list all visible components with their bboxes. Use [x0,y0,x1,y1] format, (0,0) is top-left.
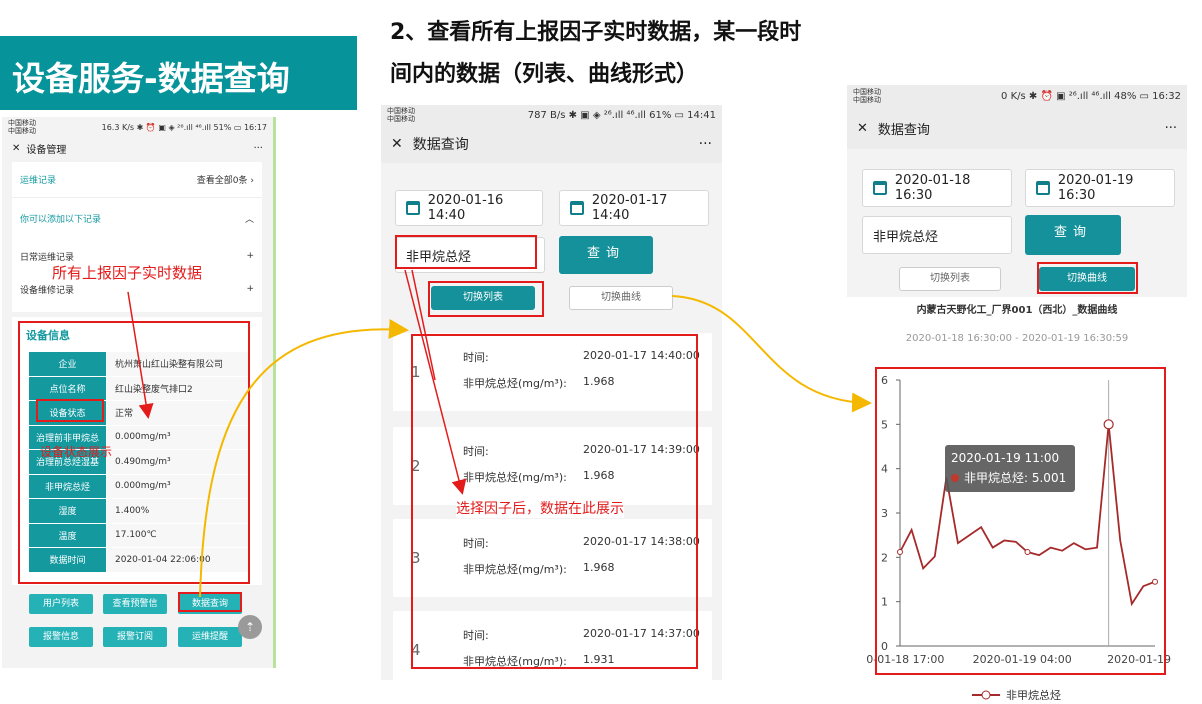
yellow-arrow-1 [199,319,409,598]
red-arrow-2 [404,269,467,495]
red-arrow-1 [127,291,154,419]
annotation-arrows [127,269,872,598]
yellow-arrow-2 [671,295,872,413]
red-arrow-3 [411,269,436,381]
